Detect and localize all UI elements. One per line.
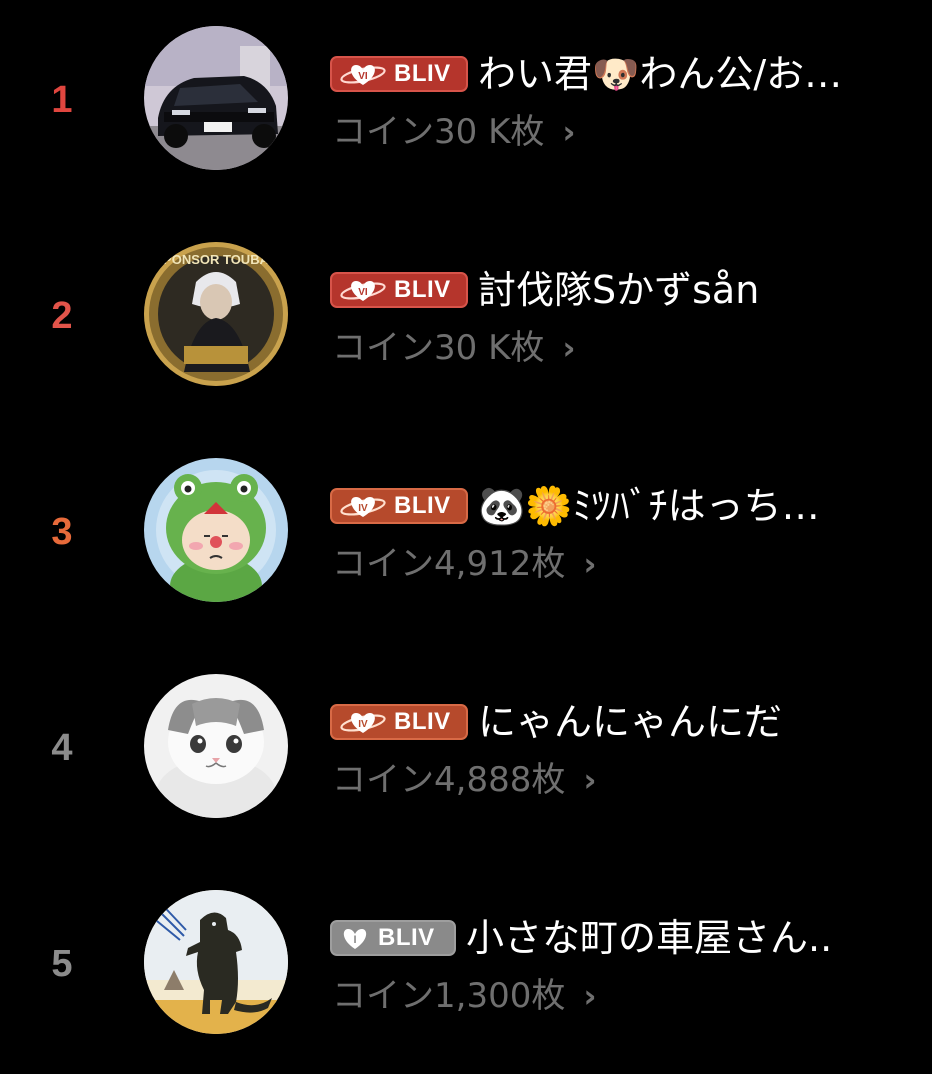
heart-planet-icon: VI [340, 65, 386, 85]
coin-count: コイン4,888枚 [332, 760, 566, 800]
svg-text:I: I [353, 934, 356, 946]
chevron-right-icon: › [562, 113, 576, 151]
badge-label: BLIV [394, 492, 451, 519]
avatar-monster-drawing[interactable] [144, 890, 288, 1034]
chevron-right-icon: › [583, 545, 597, 583]
heart-planet-icon: I [343, 929, 367, 949]
chevron-right-icon: › [562, 329, 576, 367]
heart-planet-icon: IV [340, 713, 386, 733]
heart-planet-icon: IV [340, 497, 386, 517]
name-line: VI BLIV わい君🐶わん公/お… [330, 44, 930, 104]
user-name: 小さな町の車屋さん.. [466, 916, 833, 960]
bliv-level-badge: VI BLIV [330, 272, 468, 308]
rank-number: 1 [51, 79, 73, 121]
badge-label: BLIV [394, 276, 451, 303]
avatar-frog-kid[interactable] [144, 458, 288, 602]
coin-count: コイン30 K枚 [332, 328, 545, 368]
user-name: わい君🐶わん公/お… [478, 52, 843, 96]
coin-count-link[interactable]: コイン1,300枚 › [332, 972, 597, 1020]
name-line: IV BLIV 🐼🌼ﾐﾂﾊﾞﾁはっち… [330, 476, 930, 536]
chevron-right-icon: › [583, 761, 597, 799]
coin-count: コイン30 K枚 [332, 112, 545, 152]
rank-number: 5 [51, 943, 73, 985]
svg-text:IV: IV [358, 719, 368, 730]
coin-count-link[interactable]: コイン4,912枚 › [332, 540, 597, 588]
svg-text:IV: IV [358, 503, 368, 514]
rank-number: 2 [51, 295, 73, 337]
rank-number: 4 [51, 727, 73, 769]
name-line: VI BLIV 討伐隊Sかずsån [330, 260, 930, 320]
badge-label: BLIV [378, 924, 435, 951]
ranking-row-2[interactable]: 2 PONSOR TOUBA VI BLIV 討伐隊Sかずsån コイン30 K… [0, 216, 932, 416]
ranking-row-3[interactable]: 3 IV BLIV 🐼🌼ﾐﾂﾊﾞﾁはっち… コイン4,912枚 › [0, 432, 932, 632]
coin-count-link[interactable]: コイン4,888枚 › [332, 756, 597, 804]
bliv-level-badge: IV BLIV [330, 704, 468, 740]
ranking-row-4[interactable]: 4 IV BLIV にゃんにゃんにだ コイン4,888枚 › [0, 648, 932, 848]
svg-text:VI: VI [358, 71, 368, 82]
coin-count: コイン4,912枚 [332, 544, 566, 584]
badge-label: BLIV [394, 708, 451, 735]
bliv-level-badge: I BLIV [330, 920, 456, 956]
chevron-right-icon: › [583, 977, 597, 1015]
heart-planet-icon: VI [340, 281, 386, 301]
avatar-emblem[interactable]: PONSOR TOUBA [144, 242, 288, 386]
bliv-level-badge: VI BLIV [330, 56, 468, 92]
rank-number: 3 [51, 511, 73, 553]
svg-text:PONSOR TOUBA: PONSOR TOUBA [163, 252, 270, 267]
user-name: にゃんにゃんにだ [478, 700, 783, 744]
svg-text:VI: VI [358, 287, 368, 298]
coin-count: コイン1,300枚 [332, 976, 566, 1016]
user-name: 🐼🌼ﾐﾂﾊﾞﾁはっち… [478, 484, 820, 528]
gifter-ranking-list: 1 VI BLIV わい君🐶わん公/お… コイン30 K枚 › 2 PONSOR… [0, 0, 932, 1074]
coin-count-link[interactable]: コイン30 K枚 › [332, 324, 576, 372]
user-name: 討伐隊Sかずsån [478, 268, 760, 312]
ranking-row-1[interactable]: 1 VI BLIV わい君🐶わん公/お… コイン30 K枚 › [0, 0, 932, 200]
name-line: IV BLIV にゃんにゃんにだ [330, 692, 930, 752]
bliv-level-badge: IV BLIV [330, 488, 468, 524]
badge-label: BLIV [394, 60, 451, 87]
coin-count-link[interactable]: コイン30 K枚 › [332, 108, 576, 156]
avatar-cat[interactable] [144, 674, 288, 818]
avatar-car[interactable] [144, 26, 288, 170]
ranking-row-5[interactable]: 5 I BLIV 小さな町の車屋さん.. コイン1,300枚 › [0, 864, 932, 1064]
name-line: I BLIV 小さな町の車屋さん.. [330, 908, 930, 968]
